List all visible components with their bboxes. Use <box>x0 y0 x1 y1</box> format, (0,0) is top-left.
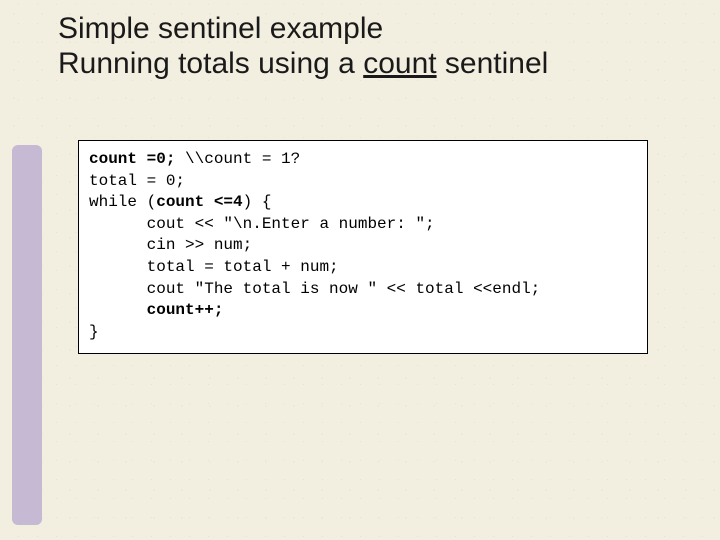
code-block: count =0; \\count = 1? total = 0; while … <box>89 149 637 343</box>
code-l2: total = 0; <box>89 172 185 190</box>
code-l9: } <box>89 323 99 341</box>
code-l3-c: ) { <box>243 193 272 211</box>
code-l5: cin >> num; <box>89 236 252 254</box>
slide-title: Simple sentinel example Running totals u… <box>58 12 700 81</box>
code-l3-bold: count <=4 <box>156 193 242 211</box>
code-l6: total = total + num; <box>89 258 339 276</box>
code-l4: cout << "\n.Enter a number: "; <box>89 215 435 233</box>
code-l1-bold: count =0; <box>89 150 175 168</box>
decorative-sidebar <box>12 145 42 525</box>
code-l3-a: while ( <box>89 193 156 211</box>
title-line-1: Simple sentinel example <box>58 12 383 45</box>
title-count-word: count <box>363 47 436 80</box>
code-l7: cout "The total is now " << total <<endl… <box>89 280 540 298</box>
code-l8-bold: count++; <box>147 301 224 319</box>
code-box: count =0; \\count = 1? total = 0; while … <box>78 140 648 354</box>
code-l8-indent <box>89 301 147 319</box>
title-line-2-post: sentinel <box>437 47 549 80</box>
title-line-2-pre: Running totals using a <box>58 47 363 80</box>
code-l1-rest: \\count = 1? <box>175 150 300 168</box>
